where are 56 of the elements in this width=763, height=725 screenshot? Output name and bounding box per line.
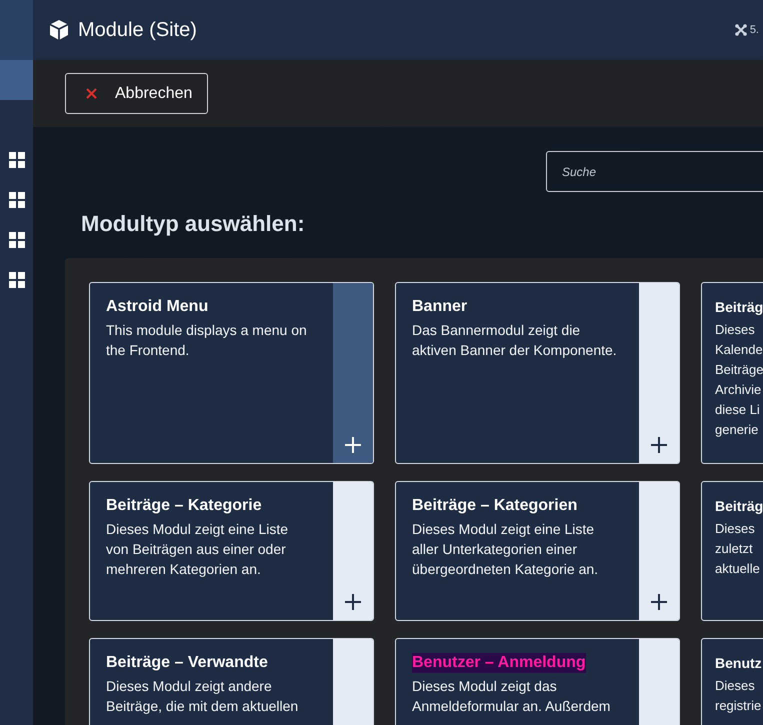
module-title: Beiträg bbox=[715, 497, 763, 516]
module-title: Benutzer – Anmeldung bbox=[412, 653, 586, 673]
module-title: Beiträge – Kategorien bbox=[412, 496, 578, 516]
module-title: Banner bbox=[412, 297, 468, 317]
module-description-line: Dieses bbox=[715, 321, 755, 339]
grid-icon bbox=[8, 152, 24, 168]
module-description-line: zuletzt bbox=[715, 540, 753, 558]
module-card[interactable]: Beiträge – Kategorie Dieses Modul zeigt eine Liste von Beiträgen aus einer oder mehreren Kategorien an. bbox=[89, 481, 374, 621]
search-field[interactable]: Suche bbox=[546, 151, 763, 192]
module-description-line: Kalende bbox=[715, 341, 763, 359]
add-strip[interactable] bbox=[639, 482, 679, 620]
cube-icon bbox=[48, 19, 70, 41]
cancel-button[interactable]: Abbrechen bbox=[65, 73, 208, 114]
module-description: This module displays a menu on the Frontend. bbox=[106, 321, 308, 360]
module-title: Beiträge – Verwandte bbox=[106, 653, 268, 673]
page-heading: Modultyp auswählen: bbox=[81, 210, 306, 238]
plus-icon bbox=[651, 437, 667, 453]
grid-icon bbox=[8, 192, 24, 208]
grid-icon bbox=[8, 272, 24, 288]
module-description-line: Archivie bbox=[715, 381, 762, 399]
module-description: Dieses Modul zeigt andere Beiträge, die mit dem aktuellen bbox=[106, 677, 300, 716]
module-title: Astroid Menu bbox=[106, 297, 208, 317]
grid-icon bbox=[8, 232, 24, 248]
module-card[interactable]: Beiträg Dieses Kalende Beiträge Archivie diese Li generie bbox=[701, 282, 763, 464]
plus-icon bbox=[345, 594, 361, 610]
module-description: Dieses Modul zeigt das Anmeldeformular an. Außerdem bbox=[412, 677, 612, 716]
module-title: Beiträge – Kategorie bbox=[106, 496, 262, 516]
module-description-line: generie bbox=[715, 421, 758, 439]
module-description-line: aktuelle bbox=[715, 560, 760, 578]
version-label: 5. bbox=[750, 24, 759, 36]
module-card[interactable]: Benutz Dieses registrie bbox=[701, 638, 763, 725]
module-description-line: Dieses bbox=[715, 677, 755, 695]
module-title: Beiträg bbox=[715, 298, 763, 317]
module-description-line: Beiträge bbox=[715, 361, 763, 379]
add-strip[interactable] bbox=[333, 283, 373, 463]
module-card[interactable]: Beiträge – Kategorien Dieses Modul zeigt eine Liste aller Unterkategorien einer übergeordneten Kategorie an. bbox=[395, 481, 680, 621]
plus-icon bbox=[651, 594, 667, 610]
module-card[interactable]: Benutzer – Anmeldung Dieses Modul zeigt das Anmeldeformular an. Außerdem bbox=[395, 638, 680, 725]
add-strip[interactable] bbox=[639, 283, 679, 463]
module-title: Benutz bbox=[715, 654, 762, 673]
module-card[interactable]: Astroid Menu This module displays a menu on the Frontend. bbox=[89, 282, 374, 464]
module-description: Dieses Modul zeigt eine Liste von Beiträgen aus einer oder mehreren Kategorien an. bbox=[106, 520, 290, 579]
module-card[interactable]: Beiträg Dieses zuletzt aktuelle bbox=[701, 481, 763, 621]
module-description-line: registrie bbox=[715, 697, 762, 715]
module-description-line: diese Li bbox=[715, 401, 760, 419]
joomla-logo-icon bbox=[734, 24, 747, 36]
plus-icon bbox=[345, 437, 361, 453]
module-description-line: Dieses bbox=[715, 520, 755, 538]
add-strip[interactable] bbox=[333, 482, 373, 620]
close-icon bbox=[86, 88, 97, 99]
module-card[interactable]: Banner Das Bannermodul zeigt die aktiven Banner der Komponente. bbox=[395, 282, 680, 464]
sidebar-logo-area bbox=[0, 0, 33, 60]
module-card[interactable]: Beiträge – Verwandte Dieses Modul zeigt andere Beiträge, die mit dem aktuellen bbox=[89, 638, 374, 725]
module-description: Dieses Modul zeigt eine Liste aller Unterkategorien einer übergeordneten Kategorie an. bbox=[412, 520, 600, 579]
page-title: Module (Site) bbox=[78, 18, 197, 42]
module-description: Das Bannermodul zeigt die aktiven Banner der Komponente. bbox=[412, 321, 617, 360]
